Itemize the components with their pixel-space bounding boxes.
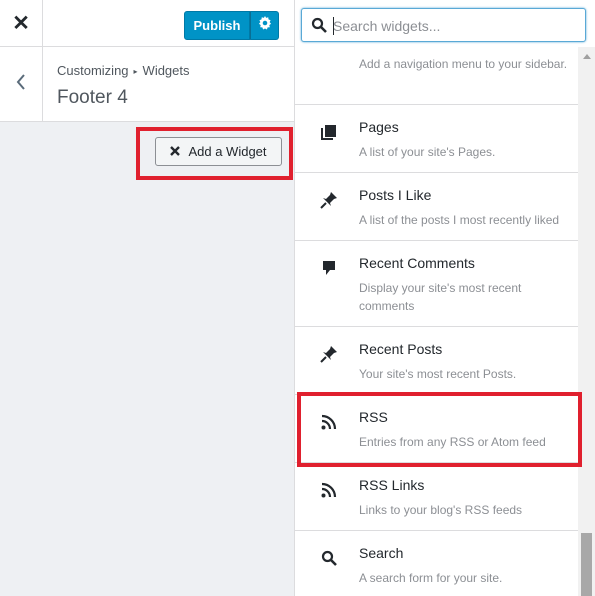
widget-desc: Links to your blog's RSS feeds — [359, 503, 523, 517]
widget-item-navigation-menu[interactable]: Add a navigation menu to your sidebar. — [295, 47, 578, 105]
rss-icon — [319, 480, 339, 500]
add-widget-button[interactable]: Add a Widget — [155, 137, 282, 166]
add-widget-label: Add a Widget — [188, 144, 267, 159]
widget-chooser: Add a navigation menu to your sidebar. P… — [295, 0, 595, 596]
widget-desc: A list of your site's Pages. — [359, 145, 496, 159]
customizer-panel: ✕ Publish Customizing ▸ Widgets Footer 4 A… — [0, 0, 295, 596]
widget-desc: Your site's most recent Posts. — [359, 367, 517, 381]
widget-item-pages[interactable]: Pages A list of your site's Pages. — [295, 105, 578, 173]
breadcrumb-root: Customizing — [57, 63, 129, 78]
widget-desc: Add a navigation menu to your sidebar. — [359, 57, 568, 71]
widget-item-search[interactable]: Search A search form for your site. — [295, 531, 578, 596]
scroll-up-arrow-icon[interactable] — [578, 51, 595, 61]
widget-title: Pages — [359, 119, 399, 135]
widget-title: Recent Posts — [359, 341, 443, 357]
breadcrumb-separator: ▸ — [133, 67, 138, 76]
chevron-left-icon — [16, 73, 26, 95]
text-caret — [333, 17, 334, 35]
close-icon — [170, 144, 181, 159]
pages-icon — [319, 122, 339, 142]
rss-icon — [319, 412, 339, 432]
gear-icon — [258, 16, 272, 35]
widget-item-rss-links[interactable]: RSS Links Links to your blog's RSS feeds — [295, 463, 578, 531]
publish-button[interactable]: Publish — [184, 11, 250, 40]
widget-item-posts-i-like[interactable]: Posts I Like A list of the posts I most … — [295, 173, 578, 241]
breadcrumb-current: Widgets — [142, 63, 190, 78]
widget-item-recent-comments[interactable]: Recent Comments Display your site's most… — [295, 241, 578, 327]
search-icon — [311, 17, 327, 38]
widget-item-recent-posts[interactable]: Recent Posts Your site's most recent Pos… — [295, 327, 578, 395]
widget-title: Posts I Like — [359, 187, 432, 203]
widget-desc: A list of the posts I most recently like… — [359, 213, 560, 227]
customizer-topbar: ✕ Publish — [0, 0, 294, 47]
back-button[interactable] — [0, 47, 43, 121]
widget-title: RSS — [359, 409, 388, 425]
widget-title: Recent Comments — [359, 255, 475, 271]
widget-item-rss[interactable]: RSS Entries from any RSS or Atom feed — [295, 395, 578, 463]
widget-desc: Entries from any RSS or Atom feed — [359, 435, 546, 449]
breadcrumb: Customizing ▸ Widgets — [57, 63, 190, 78]
scrollbar-thumb[interactable] — [581, 533, 592, 596]
page-title: Footer 4 — [57, 87, 128, 108]
publish-settings-button[interactable] — [250, 11, 279, 40]
pin-icon — [319, 344, 339, 364]
widget-search-bar — [295, 0, 595, 47]
scrollbar[interactable] — [578, 47, 595, 596]
pin-icon — [319, 190, 339, 210]
widget-title: Search — [359, 545, 404, 561]
widget-desc: Display your site's most recent comments — [359, 281, 522, 313]
section-header: Customizing ▸ Widgets Footer 4 — [0, 47, 294, 122]
close-customizer-button[interactable]: ✕ — [0, 0, 43, 47]
search-input[interactable] — [333, 16, 578, 36]
widget-title: RSS Links — [359, 477, 425, 493]
search-icon — [319, 548, 339, 568]
widget-desc: A search form for your site. — [359, 571, 503, 585]
search-box[interactable] — [301, 8, 586, 42]
comment-icon — [319, 258, 339, 278]
